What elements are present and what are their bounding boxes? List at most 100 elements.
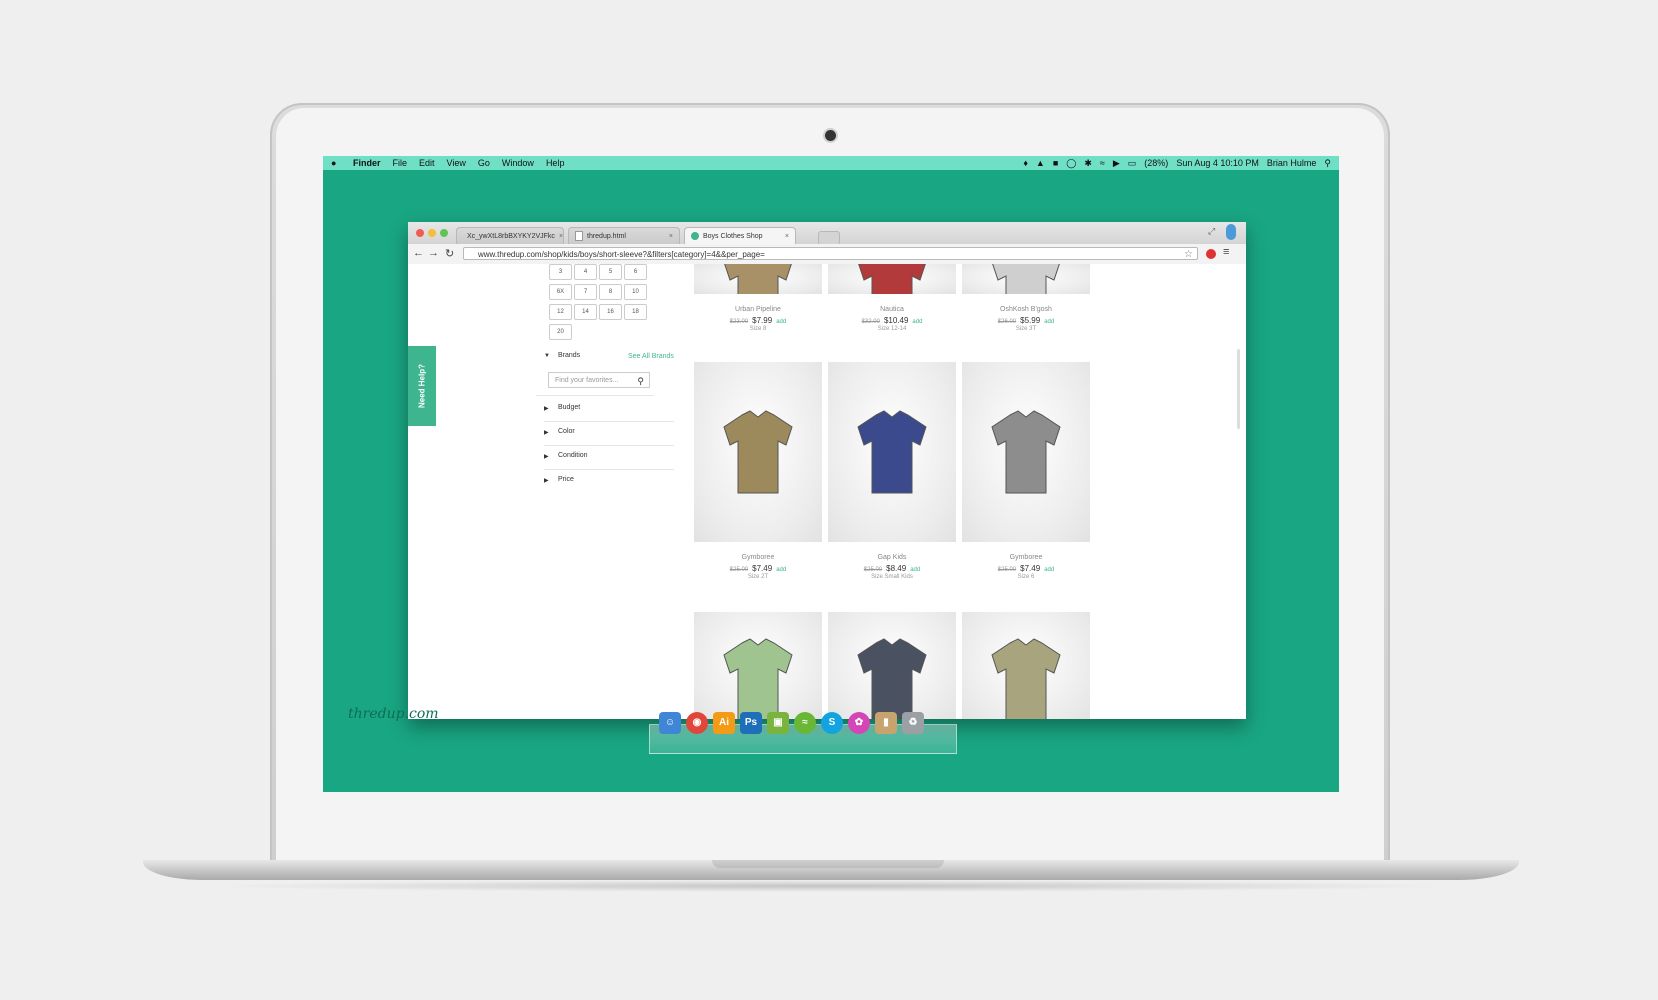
product-brand[interactable]: Gap Kids [828,554,956,561]
menu-window[interactable]: Window [502,158,534,168]
new-tab-button[interactable] [818,231,840,245]
need-help-tab[interactable]: Need Help? [408,346,436,426]
shirt-image [723,410,793,494]
address-bar[interactable]: www.thredup.com/shop/kids/boys/short-sle… [463,247,1198,260]
shirt-image [857,638,927,719]
add-to-cart-link[interactable]: add [776,567,786,573]
size-option[interactable]: 20 [549,324,572,340]
size-option[interactable]: 5 [599,264,622,280]
product-photo[interactable] [962,264,1090,294]
spotify-icon[interactable]: ≈ [794,712,816,734]
drive-icon[interactable]: ▲ [1036,158,1045,168]
folder-icon[interactable]: ▮ [875,712,897,734]
product-photo[interactable] [694,264,822,294]
flower-app-icon[interactable]: ✿ [848,712,870,734]
menu-view[interactable]: View [447,158,466,168]
collapsed-triangle-icon: ▶ [544,454,549,460]
collapsed-triangle-icon: ▶ [544,478,549,484]
size-option[interactable]: 16 [599,304,622,320]
filter-price[interactable]: ▶ Price [544,469,674,493]
menu-edit[interactable]: Edit [419,158,435,168]
illustrator-icon[interactable]: Ai [713,712,735,734]
filter-budget[interactable]: ▶ Budget [544,397,674,422]
tab-3[interactable]: Boys Clothes Shop × [684,227,796,244]
size-option[interactable]: 12 [549,304,572,320]
product-brand[interactable]: Nautica [828,306,956,313]
product-brand[interactable]: Urban Pipeline [694,306,822,313]
fullscreen-icon[interactable]: ⤢ [1208,226,1215,237]
tab-2[interactable]: thredup.html × [568,227,680,244]
volume-icon[interactable]: ▶ [1113,158,1120,169]
product-photo[interactable] [962,612,1090,719]
page-scrollbar[interactable] [1237,349,1240,429]
adobe-icon[interactable]: ■ [1053,158,1058,168]
skype-icon[interactable]: S [821,712,843,734]
profile-icon[interactable] [1226,224,1236,240]
size-option[interactable]: 14 [574,304,597,320]
size-option[interactable]: 8 [599,284,622,300]
clock[interactable]: Sun Aug 4 10:10 PM [1176,158,1259,168]
menu-icon[interactable]: ≡ [1223,246,1229,258]
bluetooth-icon[interactable]: ✱ [1084,158,1092,169]
product-photo[interactable] [694,612,822,719]
size-option[interactable]: 6X [549,284,572,300]
size-option[interactable]: 4 [574,264,597,280]
menu-help[interactable]: Help [546,158,565,168]
product-photo[interactable] [828,264,956,294]
photoshop-icon[interactable]: Ps [740,712,762,734]
add-to-cart-link[interactable]: add [1044,567,1054,573]
see-all-brands-link[interactable]: See All Brands [628,353,674,360]
wifi-icon[interactable]: ≈ [1100,158,1105,168]
finder-icon[interactable]: ☺ [659,712,681,734]
product-photo[interactable] [694,362,822,542]
back-icon[interactable]: ← [413,247,424,259]
product-brand[interactable]: Gymboree [962,554,1090,561]
android-icon[interactable]: ▣ [767,712,789,734]
product-photo[interactable] [828,362,956,542]
close-window-button[interactable] [416,229,424,237]
size-option[interactable]: 10 [624,284,647,300]
menu-go[interactable]: Go [478,158,490,168]
page-icon [575,231,583,241]
user-name[interactable]: Brian Hulme [1267,158,1317,168]
close-tab-icon[interactable]: × [669,233,673,240]
tab-1[interactable]: Xc_ywXtL8rbBXYKY2VJFkc × [456,227,564,244]
product-brand[interactable]: Gymboree [694,554,822,561]
product-photo[interactable] [962,362,1090,542]
size-option[interactable]: 3 [549,264,572,280]
product-photo[interactable] [828,612,956,719]
product-brand[interactable]: OshKosh B'gosh [962,306,1090,313]
tab-bar: Xc_ywXtL8rbBXYKY2VJFkc × thredup.html × … [408,222,1246,245]
apple-icon[interactable]: ● [331,158,341,168]
dropbox-icon[interactable]: ♦ [1023,158,1028,168]
size-option[interactable]: 6 [624,264,647,280]
trash-icon[interactable]: ♻ [902,712,924,734]
menu-finder[interactable]: Finder [353,158,381,168]
screen: ● Finder File Edit View Go Window Help ♦… [323,156,1339,792]
search-icon[interactable]: ⚲ [637,373,644,389]
forward-icon[interactable]: → [428,247,439,259]
size-option[interactable]: 7 [574,284,597,300]
chrome-icon[interactable]: ◉ [686,712,708,734]
filter-condition[interactable]: ▶ Condition [544,445,674,470]
adblock-icon[interactable] [1206,249,1216,259]
reload-icon[interactable]: ↻ [445,247,454,260]
time-machine-icon[interactable]: ◯ [1066,158,1076,169]
battery-percent[interactable]: (28%) [1144,158,1168,168]
close-tab-icon[interactable]: × [785,233,789,240]
add-to-cart-link[interactable]: add [776,319,786,325]
close-tab-icon[interactable]: × [559,233,563,240]
spotlight-search-icon[interactable]: ⚲ [1324,158,1331,169]
original-price: $25.00 [863,567,883,573]
add-to-cart-link[interactable]: add [912,319,922,325]
minimize-window-button[interactable] [428,229,436,237]
zoom-window-button[interactable] [440,229,448,237]
brand-search-input[interactable]: Find your favorites... ⚲ [548,372,650,388]
size-option[interactable]: 18 [624,304,647,320]
bookmark-star-icon[interactable]: ☆ [1184,248,1193,261]
filter-color[interactable]: ▶ Color [544,421,674,446]
add-to-cart-link[interactable]: add [910,567,920,573]
menu-file[interactable]: File [393,158,408,168]
battery-icon[interactable]: ▭ [1128,158,1137,169]
add-to-cart-link[interactable]: add [1044,319,1054,325]
